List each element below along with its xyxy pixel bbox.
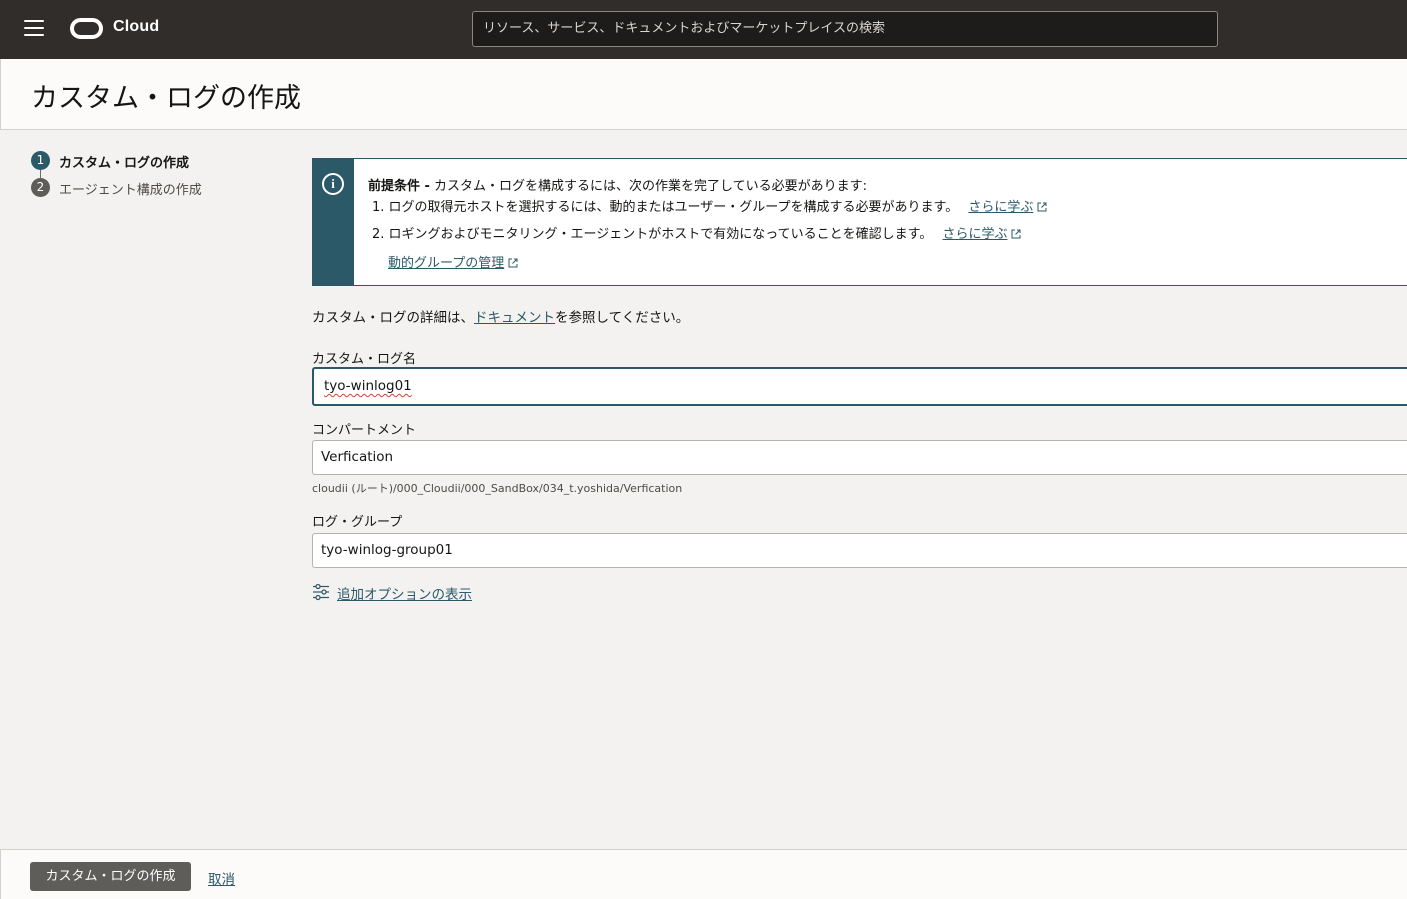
external-link-icon <box>508 258 518 268</box>
notice-item-2: 2. ロギングおよびモニタリング・エージェントがホストで有効になっていることを確… <box>372 223 1021 242</box>
documentation-link[interactable]: ドキュメント <box>474 310 555 326</box>
search-input[interactable]: リソース、サービス、ドキュメントおよびマーケットプレイスの検索 <box>472 11 1218 47</box>
step-create-custom-log[interactable]: 1 カスタム・ログの作成 <box>30 150 270 178</box>
page-title: カスタム・ログの作成 <box>31 83 301 114</box>
top-navigation-bar: Cloud リソース、サービス、ドキュメントおよびマーケットプレイスの検索 <box>0 0 1407 59</box>
log-group-select[interactable]: tyo-winlog-group01 <box>312 533 1407 568</box>
compartment-select[interactable]: Verfication <box>312 440 1407 475</box>
oracle-logo-icon[interactable] <box>70 18 103 39</box>
step-label: カスタム・ログの作成 <box>59 156 190 171</box>
doc-text-before: カスタム・ログの詳細は、 <box>312 310 474 326</box>
info-icon: i <box>322 173 344 195</box>
notice-item-1: 1. ログの取得元ホストを選択するには、動的またはユーザー・グループを構成する必… <box>372 196 1047 215</box>
learn-more-link[interactable]: さらに学ぶ <box>968 200 1033 215</box>
step-create-agent-config[interactable]: 2 エージェント構成の作成 <box>30 177 270 199</box>
compartment-path: cloudii (ルート)/000_Cloudii/000_SandBox/03… <box>312 482 683 495</box>
learn-more-link[interactable]: さらに学ぶ <box>942 227 1007 242</box>
step-number: 1 <box>31 151 50 170</box>
notice-item-text: 1. ログの取得元ホストを選択するには、動的またはユーザー・グループを構成する必… <box>372 200 959 215</box>
notice-bold: 前提条件 - <box>368 179 430 194</box>
log-group-label: ログ・グループ <box>312 515 403 530</box>
notice-accent-bar: i <box>313 159 354 285</box>
log-name-field[interactable]: tyo-winlog01 <box>312 367 1407 406</box>
manage-dynamic-groups-link[interactable]: 動的グループの管理 <box>388 256 504 271</box>
external-link-icon <box>1037 202 1047 212</box>
page-footer: カスタム・ログの作成 取消 <box>0 849 1407 899</box>
compartment-label: コンパートメント <box>312 423 417 438</box>
brand-name[interactable]: Cloud <box>113 18 159 36</box>
menu-icon[interactable] <box>24 20 44 38</box>
show-advanced-options-label: 追加オプションの表示 <box>337 587 472 603</box>
create-custom-log-button[interactable]: カスタム・ログの作成 <box>30 862 191 891</box>
log-name-value: tyo-winlog01 <box>324 378 412 394</box>
notice-item-text: 2. ロギングおよびモニタリング・エージェントがホストで有効になっていることを確… <box>372 227 933 242</box>
doc-text-after: を参照してください。 <box>555 310 690 326</box>
documentation-note: カスタム・ログの詳細は、ドキュメントを参照してください。 <box>312 306 689 326</box>
log-name-label: カスタム・ログ名 <box>312 352 417 367</box>
step-label: エージェント構成の作成 <box>59 183 202 198</box>
external-link-icon <box>1011 229 1021 239</box>
prerequisite-notice: i 前提条件 - カスタム・ログを構成するには、次の作業を完了している必要があり… <box>312 158 1407 286</box>
sliders-icon <box>313 583 329 601</box>
step-number: 2 <box>31 178 50 197</box>
page-header: カスタム・ログの作成 <box>0 59 1407 130</box>
notice-manage-groups: 動的グループの管理 <box>388 252 518 271</box>
notice-intro-text: カスタム・ログを構成するには、次の作業を完了している必要があります: <box>429 179 868 194</box>
notice-intro: 前提条件 - カスタム・ログを構成するには、次の作業を完了している必要があります… <box>368 175 867 194</box>
cancel-link[interactable]: 取消 <box>208 868 235 888</box>
